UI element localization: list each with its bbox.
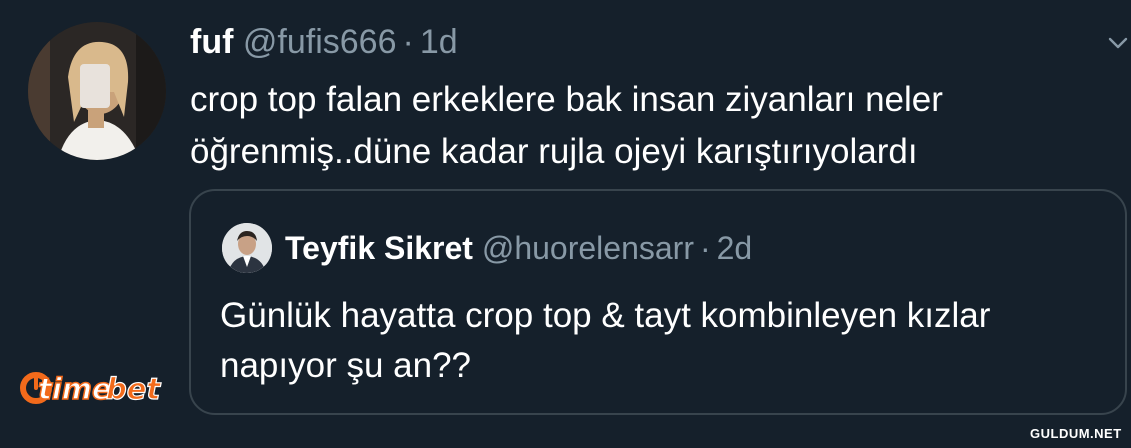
tweet-text-line: öğrenmiş..düne kadar rujla ojeyi karıştı… <box>190 132 918 171</box>
author-handle[interactable]: @fufis666 <box>243 23 397 61</box>
header-separator: · <box>402 23 414 61</box>
author-avatar[interactable] <box>28 22 166 160</box>
tweet-screenshot: fuf @fufis666 · 1d crop top falan erkekler… <box>0 0 1131 448</box>
chevron-down-icon[interactable] <box>1108 36 1128 50</box>
timebet-watermark-logo: time bet <box>20 371 162 407</box>
tweet-text: crop top falan erkeklere bak insan ziyan… <box>190 74 1110 178</box>
author-avatar-image <box>28 22 166 160</box>
quoted-tweet-header: Teyfik Sikret @huorelensarr · 2d <box>285 223 752 273</box>
quoted-header-separator: · <box>699 230 711 266</box>
tweet-text-line: crop top falan erkeklere bak insan ziyan… <box>190 80 943 119</box>
tweet-header: fuf @fufis666 · 1d <box>190 20 458 64</box>
quoted-author-avatar <box>222 223 272 273</box>
quoted-tweet-timestamp: 2d <box>716 230 753 266</box>
quoted-author-handle: @huorelensarr <box>481 230 694 266</box>
site-watermark: GULDUM.NET <box>1030 426 1122 441</box>
quoted-author-avatar-image <box>222 223 272 273</box>
quoted-tweet-text-line: napıyor şu an?? <box>220 346 472 385</box>
quoted-author-display-name: Teyfik Sikret <box>285 230 473 266</box>
author-display-name[interactable]: fuf <box>190 23 233 61</box>
quoted-tweet-text-line: Günlük hayatta crop top & tayt kombinley… <box>220 296 991 335</box>
svg-text:bet: bet <box>106 372 161 406</box>
quoted-tweet-card[interactable]: Teyfik Sikret @huorelensarr · 2d Günlük ha… <box>189 189 1127 415</box>
quoted-tweet-text: Günlük hayatta crop top & tayt kombinley… <box>220 291 1100 391</box>
tweet-timestamp[interactable]: 1d <box>420 23 458 61</box>
svg-text:time: time <box>38 372 112 406</box>
